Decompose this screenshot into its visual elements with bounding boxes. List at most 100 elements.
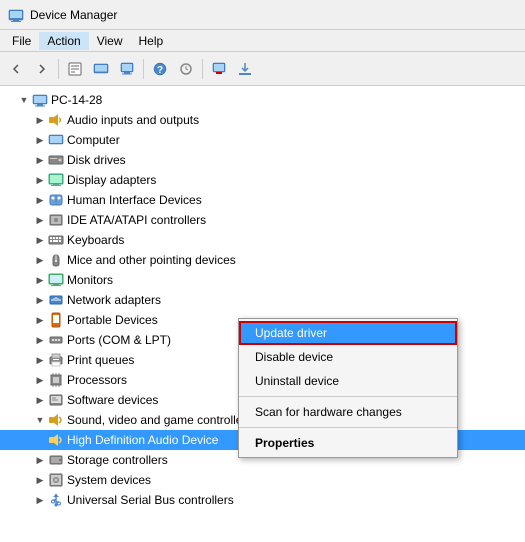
tree-audio-label: Audio inputs and outputs xyxy=(67,113,199,127)
tree-mice-icon xyxy=(48,252,64,268)
tree-item-ide[interactable]: ▶ IDE ATA/ATAPI controllers xyxy=(0,210,525,230)
tree-sound-icon xyxy=(48,412,64,428)
tree-display-label: Display adapters xyxy=(67,173,156,187)
tree-panel[interactable]: ▼ PC-14-28 ▶ xyxy=(0,86,525,542)
ctx-uninstall-device[interactable]: Uninstall device xyxy=(239,369,457,393)
tree-print-toggle[interactable]: ▶ xyxy=(32,352,48,368)
title-bar: Device Manager xyxy=(0,0,525,30)
tree-hid-icon xyxy=(48,192,64,208)
toolbar: ? xyxy=(0,52,525,86)
tree-keyboard-icon xyxy=(48,232,64,248)
ctx-update-driver[interactable]: Update driver xyxy=(239,321,457,345)
tree-item-disk[interactable]: ▶ Disk drives xyxy=(0,150,525,170)
ctx-sep-1 xyxy=(239,396,457,397)
tree-software-toggle[interactable]: ▶ xyxy=(32,392,48,408)
tree-network-icon xyxy=(48,292,64,308)
tree-portable-icon xyxy=(48,312,64,328)
tree-root[interactable]: ▼ PC-14-28 xyxy=(0,90,525,110)
tree-sound-toggle[interactable]: ▼ xyxy=(32,412,48,428)
tree-system-toggle[interactable]: ▶ xyxy=(32,472,48,488)
toolbar-help[interactable]: ? xyxy=(148,57,172,81)
toolbar-forward[interactable] xyxy=(30,57,54,81)
toolbar-uninstall[interactable] xyxy=(207,57,231,81)
toolbar-computer[interactable] xyxy=(115,57,139,81)
ctx-sep-2 xyxy=(239,427,457,428)
tree-item-keyboard[interactable]: ▶ Keyboards xyxy=(0,230,525,250)
title-bar-text: Device Manager xyxy=(30,8,117,22)
tree-keyboard-toggle[interactable]: ▶ xyxy=(32,232,48,248)
tree-software-label: Software devices xyxy=(67,393,158,407)
tree-system-icon xyxy=(48,472,64,488)
tree-sound-label: Sound, video and game controllers xyxy=(67,413,252,427)
toolbar-sep-3 xyxy=(202,59,203,79)
tree-network-label: Network adapters xyxy=(67,293,161,307)
tree-ports-icon xyxy=(48,332,64,348)
menu-view[interactable]: View xyxy=(89,32,131,50)
tree-disk-label: Disk drives xyxy=(67,153,126,167)
tree-item-mice[interactable]: ▶ Mice and other pointing devices xyxy=(0,250,525,270)
menu-bar: File Action View Help xyxy=(0,30,525,52)
tree-item-audio[interactable]: ▶ Audio inputs and outputs xyxy=(0,110,525,130)
tree-computer-label: Computer xyxy=(67,133,120,147)
tree-hd-audio-label: High Definition Audio Device xyxy=(67,433,218,447)
tree-ide-icon xyxy=(48,212,64,228)
tree-storage-icon xyxy=(48,452,64,468)
tree-item-network[interactable]: ▶ Network adapters xyxy=(0,290,525,310)
ctx-properties[interactable]: Properties xyxy=(239,431,457,455)
tree-item-computer[interactable]: ▶ Computer xyxy=(0,130,525,150)
tree-network-toggle[interactable]: ▶ xyxy=(32,292,48,308)
tree-print-label: Print queues xyxy=(67,353,134,367)
toolbar-device-manager[interactable] xyxy=(89,57,113,81)
tree-root-icon xyxy=(32,92,48,108)
toolbar-properties[interactable] xyxy=(63,57,87,81)
toolbar-update[interactable] xyxy=(233,57,257,81)
tree-display-toggle[interactable]: ▶ xyxy=(32,172,48,188)
tree-usb-label: Universal Serial Bus controllers xyxy=(67,493,234,507)
tree-audio-icon xyxy=(48,112,64,128)
tree-portable-toggle[interactable]: ▶ xyxy=(32,312,48,328)
toolbar-scan[interactable] xyxy=(174,57,198,81)
tree-root-toggle[interactable]: ▼ xyxy=(16,92,32,108)
tree-software-icon xyxy=(48,392,64,408)
tree-ports-toggle[interactable]: ▶ xyxy=(32,332,48,348)
tree-monitors-toggle[interactable]: ▶ xyxy=(32,272,48,288)
tree-hid-toggle[interactable]: ▶ xyxy=(32,192,48,208)
tree-computer-icon xyxy=(48,132,64,148)
ctx-scan-hardware[interactable]: Scan for hardware changes xyxy=(239,400,457,424)
tree-monitors-icon xyxy=(48,272,64,288)
tree-item-system[interactable]: ▶ System devices xyxy=(0,470,525,490)
tree-mice-toggle[interactable]: ▶ xyxy=(32,252,48,268)
tree-monitors-label: Monitors xyxy=(67,273,113,287)
tree-audio-toggle[interactable]: ▶ xyxy=(32,112,48,128)
tree-computer-toggle[interactable]: ▶ xyxy=(32,132,48,148)
tree-print-icon xyxy=(48,352,64,368)
tree-storage-toggle[interactable]: ▶ xyxy=(32,452,48,468)
tree-ide-toggle[interactable]: ▶ xyxy=(32,212,48,228)
tree-disk-toggle[interactable]: ▶ xyxy=(32,152,48,168)
title-bar-icon xyxy=(8,7,24,23)
tree-display-icon xyxy=(48,172,64,188)
main-content: ▼ PC-14-28 ▶ xyxy=(0,86,525,542)
tree-item-monitors[interactable]: ▶ Monitors xyxy=(0,270,525,290)
tree-hd-audio-icon xyxy=(48,432,64,448)
menu-action[interactable]: Action xyxy=(39,32,88,50)
tree-ide-label: IDE ATA/ATAPI controllers xyxy=(67,213,206,227)
ctx-disable-device[interactable]: Disable device xyxy=(239,345,457,369)
context-menu: Update driver Disable device Uninstall d… xyxy=(238,318,458,458)
tree-keyboard-label: Keyboards xyxy=(67,233,124,247)
tree-root-label: PC-14-28 xyxy=(51,93,102,107)
tree-processors-icon xyxy=(48,372,64,388)
tree-system-label: System devices xyxy=(67,473,151,487)
menu-file[interactable]: File xyxy=(4,32,39,50)
tree-usb-toggle[interactable]: ▶ xyxy=(32,492,48,508)
tree-processors-toggle[interactable]: ▶ xyxy=(32,372,48,388)
tree-disk-icon xyxy=(48,152,64,168)
tree-item-display[interactable]: ▶ Display adapters xyxy=(0,170,525,190)
menu-help[interactable]: Help xyxy=(131,32,172,50)
tree-item-usb[interactable]: ▶ Universal Serial Bus controllers xyxy=(0,490,525,510)
tree-portable-label: Portable Devices xyxy=(67,313,158,327)
tree-hid-label: Human Interface Devices xyxy=(67,193,202,207)
tree-item-hid[interactable]: ▶ Human Interface Devices xyxy=(0,190,525,210)
toolbar-back[interactable] xyxy=(4,57,28,81)
tree-mice-label: Mice and other pointing devices xyxy=(67,253,236,267)
